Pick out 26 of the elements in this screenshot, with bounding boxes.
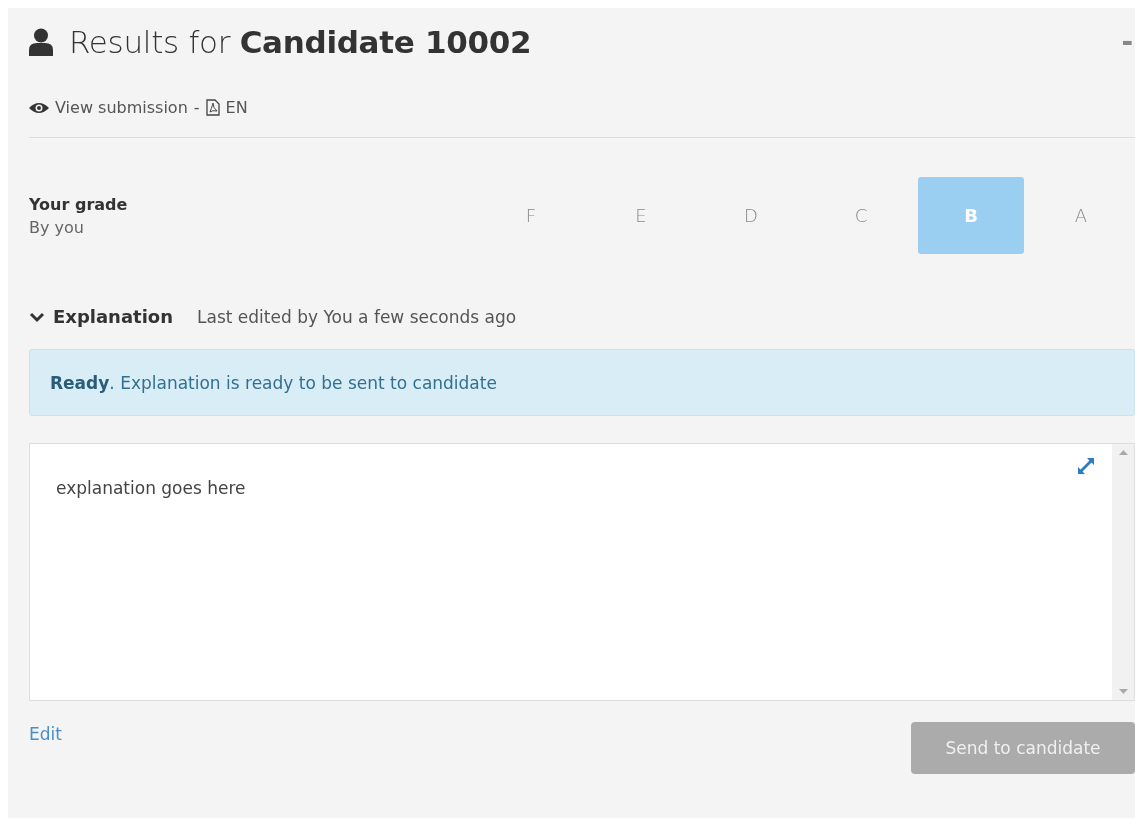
explanation-editor[interactable]: explanation goes here [29,443,1135,701]
page-title: Results for Candidate 10002 [69,24,532,60]
ready-alert: Ready. Explanation is ready to be sent to candidate [29,349,1135,416]
collapse-button[interactable]: - [1121,28,1133,56]
expand-icon[interactable] [1076,456,1096,476]
grade-option[interactable]: F [478,177,584,254]
scroll-down-icon[interactable] [1118,689,1128,694]
grade-option[interactable]: E [588,177,694,254]
scrollbar[interactable] [1112,444,1134,700]
language-link[interactable]: EN [225,98,248,117]
chevron-down-icon[interactable] [29,310,45,323]
grade-author: By you [29,217,85,237]
explanation-text: explanation goes here [55,477,247,500]
last-edited-text: Last edited by You a few seconds ago [197,306,517,327]
edit-link[interactable]: Edit [29,724,62,744]
grade-label: Your grade [29,194,129,214]
view-submission-link[interactable]: View submission [55,98,188,117]
scroll-up-icon[interactable] [1118,450,1128,455]
grade-option[interactable]: A [1028,177,1134,254]
explanation-toggle[interactable]: Explanation [53,306,174,327]
grade-option[interactable]: C [808,177,914,254]
pdf-file-icon [205,99,220,116]
separator: - [193,98,200,117]
grade-option[interactable]: D [698,177,804,254]
eye-icon [29,101,49,114]
user-icon [29,28,53,56]
